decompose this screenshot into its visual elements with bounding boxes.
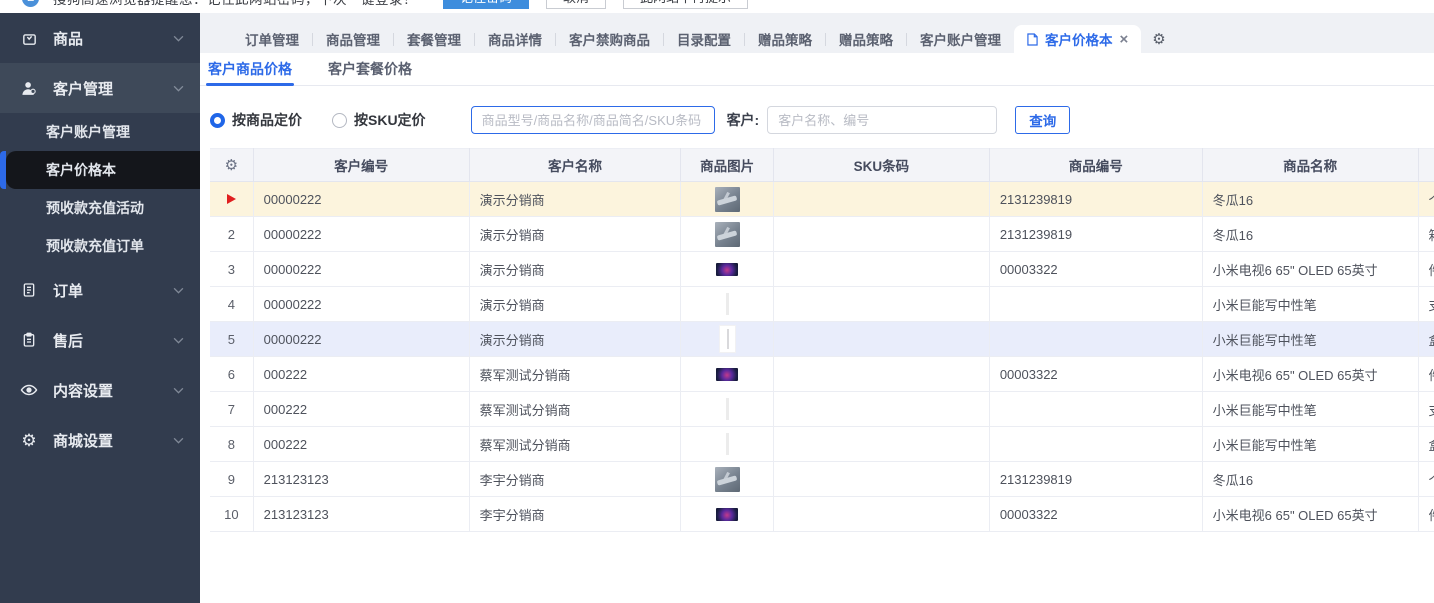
sidebar-item-orders[interactable]: 订单	[0, 265, 200, 315]
table-row[interactable]: 7 000222 蔡军测试分销商 小米巨能写中性笔 支	[210, 391, 1434, 427]
chevron-down-icon	[173, 437, 184, 444]
customer-search-input[interactable]	[767, 106, 998, 134]
table-row[interactable]: 9 213123123 李宇分销商 2131239819 冬瓜16 个	[210, 461, 1434, 497]
main-content: 订单管理 商品管理 套餐管理 商品详情 客户禁购商品 目录配置 赠品策略 赠品策…	[200, 13, 1434, 603]
page-tabstrip: 订单管理 商品管理 套餐管理 商品详情 客户禁购商品 目录配置 赠品策略 赠品策…	[200, 13, 1434, 53]
product-thumbnail[interactable]	[714, 466, 740, 492]
subtab-customer-package-price[interactable]: 客户套餐价格	[328, 53, 412, 85]
sidebar-item-aftersales[interactable]: 售后	[0, 315, 200, 365]
app-window: E 搜狗高速浏览器提醒您：记住此网站密码，下次一键登录！ 记住密码 取消 此网站…	[0, 0, 1434, 603]
table-row[interactable]: 5 00000222 演示分销商 小米巨能写中性笔 盒	[210, 321, 1434, 357]
radio-unselected-icon	[332, 112, 347, 128]
query-button[interactable]: 查询	[1015, 106, 1071, 134]
sidebar-item-prepay-order[interactable]: 预收款充值订单	[0, 227, 200, 265]
customer-filter-label: 客户:	[726, 112, 760, 128]
col-product-name[interactable]: 商品名称	[1202, 148, 1419, 182]
current-row-marker-icon	[226, 193, 236, 204]
product-thumbnail[interactable]	[714, 221, 740, 247]
tab-order-management[interactable]: 订单管理	[232, 29, 312, 49]
sidebar-item-customer-management[interactable]: 客户管理	[0, 63, 200, 113]
table-row[interactable]: 2 00000222 演示分销商 2131239819 冬瓜16 箱	[210, 216, 1434, 252]
col-unit[interactable]: 单位	[1418, 148, 1434, 182]
tab-forbidden-goods[interactable]: 客户禁购商品	[556, 29, 663, 49]
bag-icon	[20, 29, 38, 47]
remember-password-button[interactable]: 记住密码	[443, 0, 530, 9]
sidebar-item-mall-settings[interactable]: ⚙ 商城设置	[0, 415, 200, 465]
radio-by-product[interactable]: 按商品定价	[210, 110, 302, 130]
product-thumbnail[interactable]	[716, 367, 739, 381]
pricebook-table: ⚙ 客户编号 客户名称 商品图片 SKU条码 商品编号 商品名称 单位 0000…	[210, 148, 1434, 603]
product-thumbnail[interactable]	[714, 186, 740, 212]
chevron-down-icon	[173, 337, 184, 344]
tab-gift-strategy-2[interactable]: 赠品策略	[826, 29, 906, 49]
table-row[interactable]: 8 000222 蔡军测试分销商 小米巨能写中性笔 盒	[210, 426, 1434, 462]
col-product-no[interactable]: 商品编号	[989, 148, 1203, 182]
close-icon[interactable]: ×	[1120, 32, 1129, 47]
tab-gift-strategy-1[interactable]: 赠品策略	[745, 29, 825, 49]
subtab-bar: 客户商品价格 客户套餐价格	[200, 53, 1434, 86]
sidebar-item-customer-account[interactable]: 客户账户管理	[0, 113, 200, 151]
table-header-row: ⚙ 客户编号 客户名称 商品图片 SKU条码 商品编号 商品名称 单位	[210, 148, 1434, 182]
subtab-customer-product-price[interactable]: 客户商品价格	[206, 53, 294, 86]
product-thumbnail[interactable]	[716, 262, 739, 276]
tab-goods-detail[interactable]: 商品详情	[475, 29, 555, 49]
document-icon	[1027, 32, 1038, 46]
col-product-image[interactable]: 商品图片	[680, 148, 774, 182]
sidebar-item-prepay-activity[interactable]: 预收款充值活动	[0, 189, 200, 227]
user-icon	[20, 79, 38, 97]
table-row[interactable]: 3 00000222 演示分销商 00003322 小米电视6 65" OLED…	[210, 251, 1434, 287]
column-settings-gear-icon[interactable]: ⚙	[225, 157, 238, 174]
tab-customer-account[interactable]: 客户账户管理	[907, 29, 1014, 49]
col-customer-name[interactable]: 客户名称	[469, 148, 682, 182]
chevron-down-icon	[173, 387, 184, 394]
tab-goods-management[interactable]: 商品管理	[313, 29, 393, 49]
sidebar: 商品 客户管理 客户账户管理 客户价格本 预收款充值活动 预收款充值订单 订单 …	[0, 13, 200, 603]
col-sku-barcode[interactable]: SKU条码	[773, 148, 990, 182]
table-row[interactable]: 4 00000222 演示分销商 小米巨能写中性笔 支	[210, 286, 1434, 322]
never-prompt-button[interactable]: 此网站不再提示	[623, 0, 749, 9]
product-search-input[interactable]	[470, 106, 715, 134]
table-row[interactable]: 00000222 演示分销商 2131239819 冬瓜16 个	[210, 181, 1434, 217]
clipboard-icon	[20, 331, 38, 349]
product-thumbnail[interactable]	[725, 433, 729, 455]
product-thumbnail[interactable]	[725, 293, 729, 315]
browser-notice-bar: E 搜狗高速浏览器提醒您：记住此网站密码，下次一键登录！ 记住密码 取消 此网站…	[0, 0, 1434, 13]
gear-icon: ⚙	[21, 430, 37, 450]
order-icon	[20, 281, 38, 299]
table-row[interactable]: 10 213123123 李宇分销商 00003322 小米电视6 65" OL…	[210, 496, 1434, 532]
cancel-button[interactable]: 取消	[546, 0, 607, 9]
eye-icon	[20, 381, 38, 399]
tab-catalog-config[interactable]: 目录配置	[664, 29, 744, 49]
tab-package-management[interactable]: 套餐管理	[394, 29, 474, 49]
radio-selected-icon	[210, 112, 225, 128]
radio-by-sku[interactable]: 按SKU定价	[332, 110, 426, 130]
chevron-down-icon	[173, 85, 184, 92]
product-thumbnail[interactable]	[719, 326, 735, 352]
filter-bar: 按商品定价 按SKU定价 客户: 查询	[200, 86, 1434, 148]
notice-message: 搜狗高速浏览器提醒您：记住此网站密码，下次一键登录！	[53, 0, 417, 8]
sidebar-item-customer-pricebook[interactable]: 客户价格本	[0, 151, 200, 189]
browser-badge-icon: E	[22, 0, 39, 7]
product-thumbnail[interactable]	[725, 398, 729, 420]
sidebar-item-content-settings[interactable]: 内容设置	[0, 365, 200, 415]
tabstrip-gear-icon[interactable]: ⚙	[1152, 32, 1165, 47]
chevron-down-icon	[173, 35, 184, 42]
chevron-down-icon	[173, 287, 184, 294]
product-thumbnail[interactable]	[716, 507, 739, 521]
col-customer-no[interactable]: 客户编号	[253, 148, 470, 182]
table-row[interactable]: 6 000222 蔡军测试分销商 00003322 小米电视6 65" OLED…	[210, 356, 1434, 392]
tab-customer-pricebook-active[interactable]: 客户价格本 ×	[1014, 25, 1142, 53]
sidebar-item-goods[interactable]: 商品	[0, 13, 200, 63]
